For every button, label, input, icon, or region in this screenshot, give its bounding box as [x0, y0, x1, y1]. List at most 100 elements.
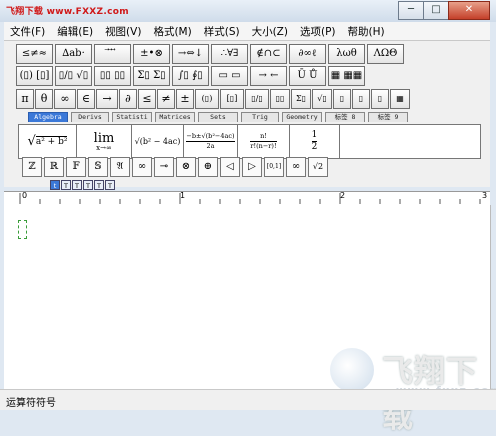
integers-symbol-button[interactable]: ℤ	[22, 157, 42, 177]
close-button[interactable]: ✕	[448, 1, 490, 20]
style-text-button[interactable]: t	[50, 180, 60, 190]
sqrt-two-symbol-button[interactable]: √2	[308, 157, 328, 177]
theta-symbol-button[interactable]: θ	[35, 89, 53, 109]
summation-templates-button[interactable]: Σ▯ Σ▯	[133, 66, 170, 86]
pi-symbol-button[interactable]: π	[16, 89, 34, 109]
limit-template[interactable]: lim x→∞	[77, 125, 132, 158]
underbar-overbar-templates-button[interactable]: ▭ ▭	[211, 66, 248, 86]
minimize-button[interactable]: ─	[398, 1, 424, 20]
circled-plus-symbol-button[interactable]: ⊕	[198, 157, 218, 177]
misc-symbols-button[interactable]: ∂∞ℓ	[289, 44, 326, 64]
element-of-symbol-button[interactable]: ∈	[77, 89, 95, 109]
menu-format[interactable]: 格式(M)	[147, 24, 197, 39]
ruler-label-0: 0	[22, 191, 28, 200]
maximize-button[interactable]: □	[423, 1, 449, 20]
limit-subscript: x→∞	[96, 143, 112, 152]
matrix-template-button[interactable]: ▦	[390, 89, 410, 109]
style-t1-button[interactable]: T	[61, 180, 71, 190]
one-half-template[interactable]: 1 2	[290, 125, 340, 158]
right-arrow-symbol-button[interactable]: →	[96, 89, 118, 109]
watermark-logo-icon	[330, 348, 374, 392]
binomial-coefficient-template[interactable]: n! r!(n−r)!	[238, 125, 290, 158]
set-theory-button[interactable]: ∉∩⊂	[250, 44, 287, 64]
tab-sets[interactable]: Sets	[198, 112, 238, 122]
right-triangle-symbol-button[interactable]: ▷	[242, 157, 262, 177]
tab-matrices[interactable]: Matrices	[155, 112, 195, 122]
reals-symbol-button[interactable]: ℝ	[44, 157, 64, 177]
style-t5-button[interactable]: T	[105, 180, 115, 190]
style-t3-button[interactable]: T	[83, 180, 93, 190]
menu-view[interactable]: 视图(V)	[99, 24, 147, 39]
menu-style[interactable]: 样式(S)	[198, 24, 246, 39]
menu-help[interactable]: 帮助(H)	[342, 24, 391, 39]
not-equal-symbol-button[interactable]: ≠	[157, 89, 175, 109]
algebra-templates-strip: √ a² + b² lim x→∞ √(b² − 4ac) −b±√(b²−4a…	[18, 124, 481, 159]
fraktur-f-symbol-button[interactable]: 𝔽	[66, 157, 86, 177]
superscript-template-button[interactable]: ▯▯	[270, 89, 290, 109]
equation-input-slot[interactable]	[18, 220, 27, 239]
square-root-template-button[interactable]: √▯	[312, 89, 332, 109]
sum-template-button[interactable]: Σ▯	[291, 89, 311, 109]
ruler[interactable]: 0 1 2 3	[4, 191, 490, 206]
style-t2-button[interactable]: T	[72, 180, 82, 190]
partial-symbol-button[interactable]: ∂	[119, 89, 137, 109]
plus-minus-symbol-button[interactable]: ±	[176, 89, 194, 109]
relational-symbols-button[interactable]: ≤≠≈	[16, 44, 53, 64]
embellishments-button[interactable]: ⃗ ⃗ ⃗	[94, 44, 131, 64]
script-s-symbol-button[interactable]: 𝕊	[88, 157, 108, 177]
tab-geometry[interactable]: Geometry	[282, 112, 322, 122]
template-tabs: Algebra Derivs Statisti Matrices Sets Tr…	[28, 112, 411, 122]
limit-operator: lim	[93, 130, 115, 146]
fraktur-a-symbol-button[interactable]: 𝔄	[110, 157, 130, 177]
tab-trig[interactable]: Trig	[241, 112, 279, 122]
sum-of-squares-template[interactable]: √ a² + b²	[19, 125, 77, 158]
menu-options[interactable]: 选项(P)	[294, 24, 342, 39]
fence-templates-button[interactable]: (▯) [▯]	[16, 66, 53, 86]
menu-edit[interactable]: 编辑(E)	[51, 24, 99, 39]
empty-template-slot[interactable]	[340, 125, 480, 158]
symbol-palette: ≤≠≈ ∆ab· ⃗ ⃗ ⃗ ±•⊗ →⇔↓ ∴∀∃ ∉∩⊂ ∂∞ℓ λωθ Λ…	[4, 41, 490, 187]
interval-symbol-button[interactable]: [0,1]	[264, 157, 284, 177]
tab-derivs[interactable]: Derivs	[71, 112, 109, 122]
quadratic-numerator: −b±√(b²−4ac)	[186, 132, 235, 141]
infinity-symbol-button[interactable]: ∞	[54, 89, 76, 109]
radical-sign: √	[27, 134, 36, 149]
symbol-palette-row-1: ≤≠≈ ∆ab· ⃗ ⃗ ⃗ ±•⊗ →⇔↓ ∴∀∃ ∉∩⊂ ∂∞ℓ λωθ Λ…	[16, 44, 406, 64]
menu-file[interactable]: 文件(F)	[4, 24, 51, 39]
fraction-radical-templates-button[interactable]: ▯/▯ √▯	[55, 66, 92, 86]
less-equal-symbol-button[interactable]: ≤	[138, 89, 156, 109]
tab-statistics[interactable]: Statisti	[112, 112, 152, 122]
tab-label-8[interactable]: 标签 8	[325, 112, 365, 122]
quick-symbols-row-3: π θ ∞ ∈ → ∂ ≤ ≠ ± (▯) [▯] ▯/▯ ▯▯ Σ▯ √▯ ▯…	[16, 89, 411, 109]
greek-uppercase-button[interactable]: ΛΩΘ	[367, 44, 404, 64]
quadratic-formula-template[interactable]: −b±√(b²−4ac) 2a	[184, 125, 238, 158]
tab-algebra[interactable]: Algebra	[28, 112, 68, 122]
discriminant-sqrt-template[interactable]: √(b² − 4ac)	[132, 125, 184, 158]
menu-size[interactable]: 大小(Z)	[246, 24, 294, 39]
labeled-arrow-templates-button[interactable]: → ←	[250, 66, 287, 86]
circled-times-symbol-button[interactable]: ⊗	[176, 157, 196, 177]
left-triangle-symbol-button[interactable]: ◁	[220, 157, 240, 177]
subscript-template-button[interactable]: ▯	[333, 89, 351, 109]
matrix-templates-button[interactable]: ▦ ▦▦	[328, 66, 365, 86]
sub-superscript-template-button[interactable]: ▯	[352, 89, 370, 109]
spaces-ellipses-button[interactable]: ∆ab·	[55, 44, 92, 64]
products-set-templates-button[interactable]: Ū Ů	[289, 66, 326, 86]
infinity-small-symbol-button[interactable]: ∞	[132, 157, 152, 177]
operator-symbols-button[interactable]: ±•⊗	[133, 44, 170, 64]
fraction-template-button[interactable]: ▯/▯	[245, 89, 269, 109]
style-size-buttons: t T T T T T	[50, 180, 116, 190]
greek-lowercase-button[interactable]: λωθ	[328, 44, 365, 64]
parentheses-template-button[interactable]: (▯)	[195, 89, 219, 109]
tab-label-9[interactable]: 标签 9	[368, 112, 408, 122]
accent-template-button[interactable]: ▯	[371, 89, 389, 109]
logical-symbols-button[interactable]: ∴∀∃	[211, 44, 248, 64]
infinity-alt-symbol-button[interactable]: ∞	[286, 157, 306, 177]
brackets-template-button[interactable]: [▯]	[220, 89, 244, 109]
style-t4-button[interactable]: T	[94, 180, 104, 190]
multimap-symbol-button[interactable]: ⊸	[154, 157, 174, 177]
arrow-symbols-button[interactable]: →⇔↓	[172, 44, 209, 64]
quadratic-fraction: −b±√(b²−4ac) 2a	[186, 132, 235, 150]
integral-templates-button[interactable]: ∫▯ ∮▯	[172, 66, 209, 86]
subscript-superscript-templates-button[interactable]: ▯▯ ▯▯	[94, 66, 131, 86]
